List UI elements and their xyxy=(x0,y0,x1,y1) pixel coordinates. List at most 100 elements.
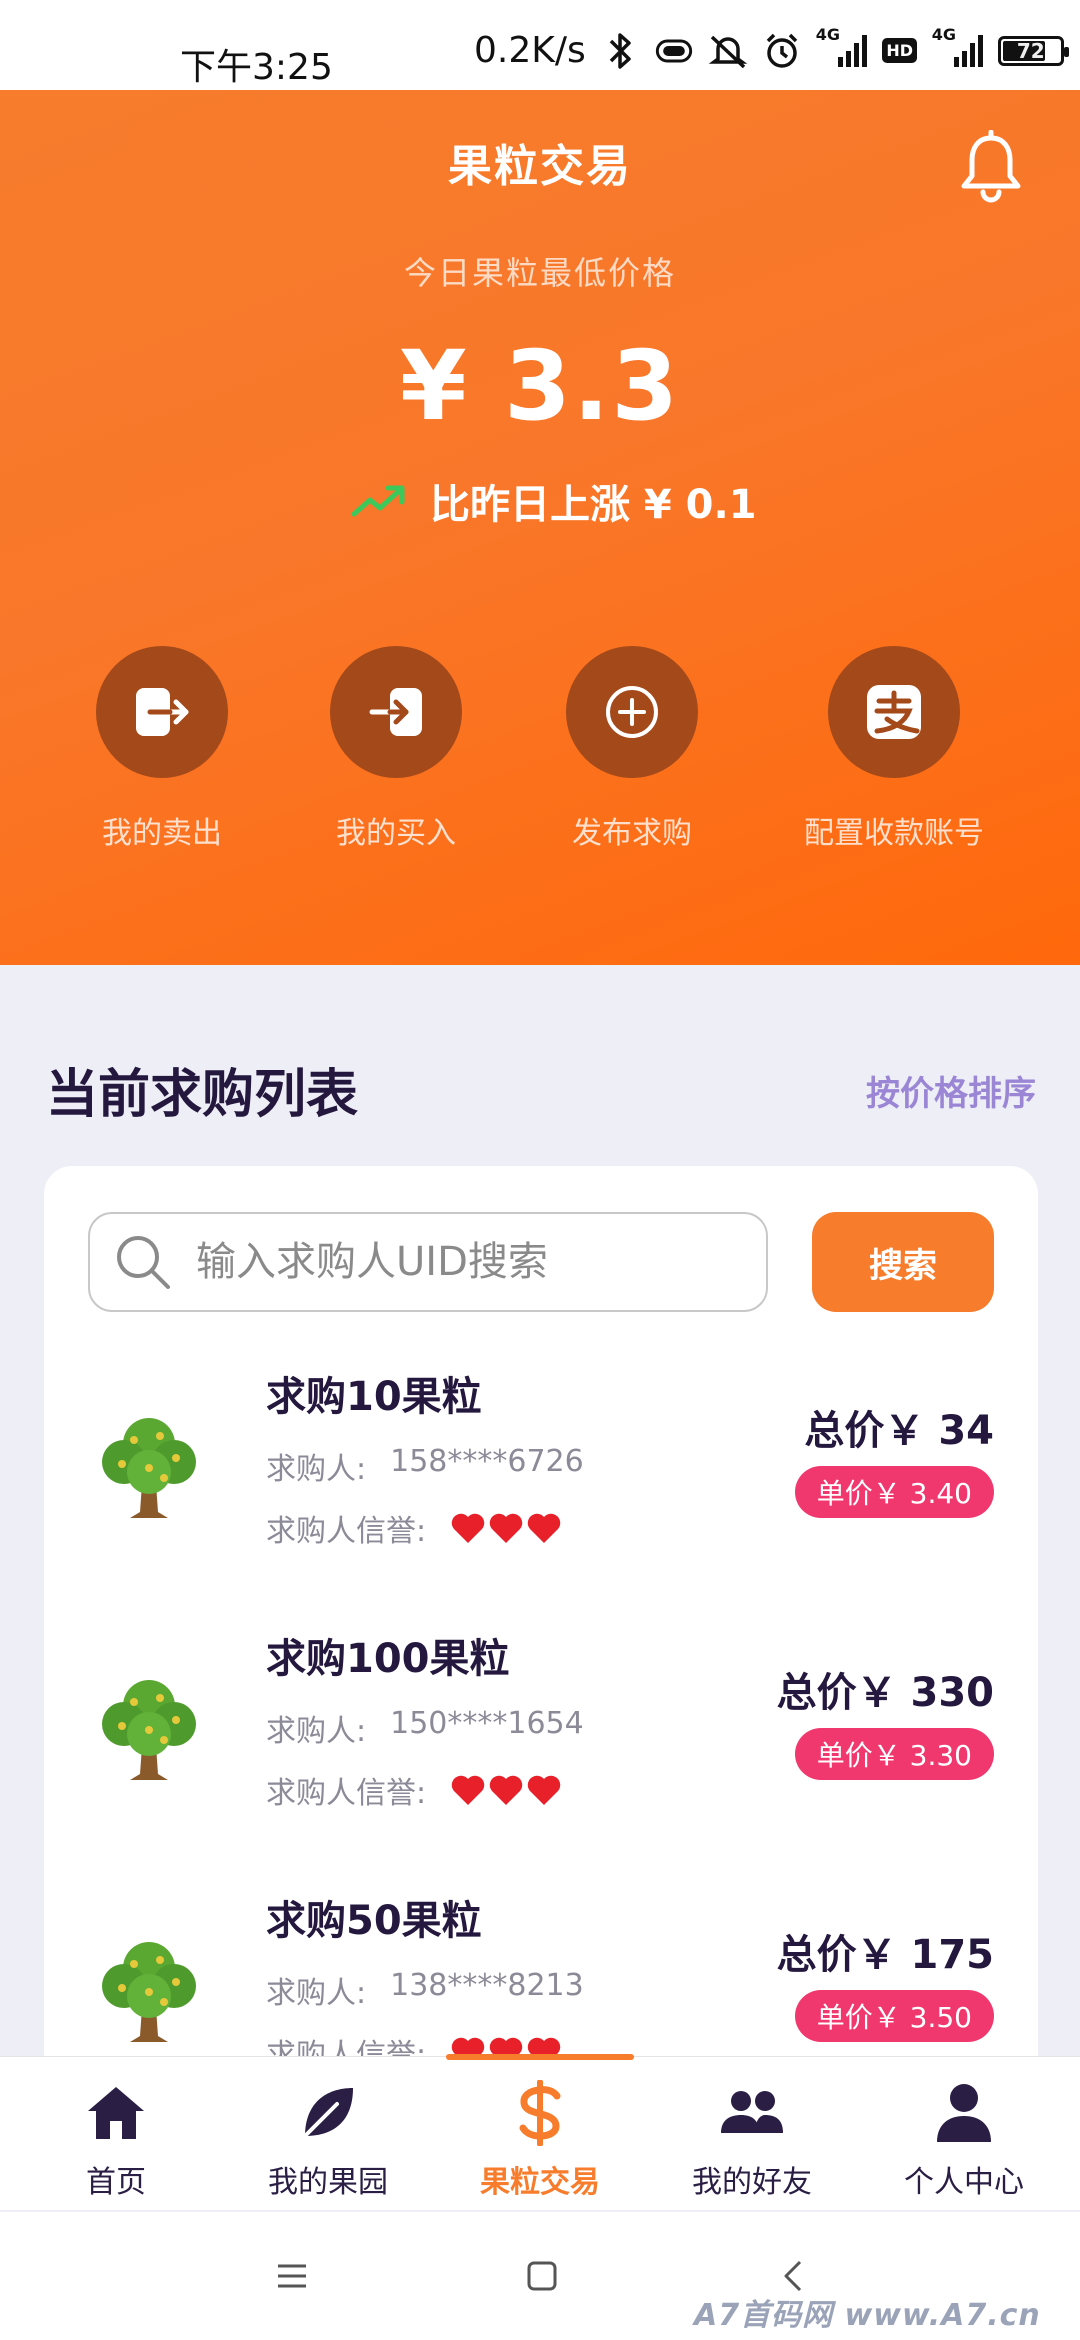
battery-icon: 72 xyxy=(997,35,1069,66)
price-trend: 比昨日上涨 ¥ 0.1 xyxy=(350,472,757,530)
buyer-id: 158****6726 xyxy=(390,1444,584,1479)
heart-icon xyxy=(489,1513,523,1543)
nav-item-profile[interactable]: 个人中心 xyxy=(856,2079,1072,2201)
sell-out-icon xyxy=(96,646,228,778)
search-icon xyxy=(112,1231,174,1293)
action-my-sales[interactable]: 我的卖出 xyxy=(42,646,282,852)
credit-label: 求购人信誉: xyxy=(266,1776,427,1811)
action-payment-account[interactable]: 配置收款账号 xyxy=(774,646,1014,852)
action-label: 配置收款账号 xyxy=(804,816,984,851)
network-type-1: 4G xyxy=(815,24,841,44)
action-label: 发布求购 xyxy=(572,816,692,851)
nav-label: 果粒交易 xyxy=(480,2165,600,2200)
buyer-id: 150****1654 xyxy=(390,1706,584,1741)
action-post-request[interactable]: 发布求购 xyxy=(512,646,752,852)
mute-icon xyxy=(708,31,748,71)
status-time: 下午3:25 xyxy=(180,47,333,88)
status-icons: 0.2K/s 4G HD 4G 72 xyxy=(474,25,1069,71)
friends-icon xyxy=(718,2079,786,2147)
add-circle-icon xyxy=(566,646,698,778)
active-tab-indicator xyxy=(446,2054,634,2060)
nav-label: 个人中心 xyxy=(904,2165,1024,2200)
vibrate-icon xyxy=(654,31,694,71)
quick-actions: 我的卖出 我的买入 发布求购 配置收款账号 xyxy=(0,646,1080,866)
battery-level: 72 xyxy=(1016,38,1045,63)
nav-item-home[interactable]: 首页 xyxy=(8,2079,224,2201)
unit-price-badge: 单价￥ 3.50 xyxy=(794,1990,994,2042)
sort-by-price-link[interactable]: 按价格排序 xyxy=(866,1066,1036,1115)
buyer-label: 求购人: xyxy=(266,1714,367,1749)
credit-hearts xyxy=(450,1773,562,1807)
header: 果粒交易 今日果粒最低价格 ¥ 3.3 比昨日上涨 ¥ 0.1 我的卖出 我的买… xyxy=(0,90,1080,965)
hd-icon: HD xyxy=(882,31,918,71)
buyer-info: 求购人: 138****8213 xyxy=(266,1968,584,2012)
alarm-icon xyxy=(762,31,802,71)
credit-hearts xyxy=(450,1511,562,1545)
search-button[interactable]: 搜索 xyxy=(812,1212,994,1312)
network-speed: 0.2K/s xyxy=(474,30,586,71)
home-button-icon[interactable] xyxy=(522,2256,562,2296)
menu-icon[interactable] xyxy=(272,2256,312,2296)
trend-up-icon xyxy=(350,482,408,520)
watermark: A7首码网 www.A7.cn xyxy=(694,2298,1041,2333)
section-title: 当前求购列表 xyxy=(46,1065,359,1125)
trend-text: 比昨日上涨 ¥ 0.1 xyxy=(430,482,757,528)
lowest-price: ¥ 3.3 xyxy=(399,330,681,442)
total-price: 总价￥ 34 xyxy=(804,1408,994,1454)
signal-1-icon: 4G xyxy=(816,25,868,71)
nav-label: 我的果园 xyxy=(268,2165,388,2200)
buyer-info: 求购人: 150****1654 xyxy=(266,1706,584,1750)
listing-title: 求购50果粒 xyxy=(266,1898,482,1944)
buyer-credit: 求购人信誉: xyxy=(266,1506,562,1550)
nav-label: 我的好友 xyxy=(692,2165,812,2200)
home-icon xyxy=(82,2079,150,2147)
tree-icon xyxy=(94,1930,204,2050)
buyer-info: 求购人: 158****6726 xyxy=(266,1444,584,1488)
list-item[interactable]: 求购100果粒 求购人: 150****1654 求购人信誉: 总价￥ 330 … xyxy=(44,1604,1038,1866)
heart-icon xyxy=(527,1775,561,1805)
nav-item-orchard[interactable]: 我的果园 xyxy=(220,2079,436,2201)
status-bar: 下午3:25 0.2K/s 4G HD 4G 72 xyxy=(0,0,1080,90)
total-price: 总价￥ 175 xyxy=(776,1932,994,1978)
buyer-label: 求购人: xyxy=(266,1452,367,1487)
network-type-2: 4G xyxy=(931,24,957,44)
unit-price-badge: 单价￥ 3.40 xyxy=(794,1466,994,1518)
bell-icon[interactable] xyxy=(958,129,1024,204)
action-label: 我的卖出 xyxy=(102,816,222,851)
search-box xyxy=(88,1212,768,1312)
alipay-icon xyxy=(828,646,960,778)
bottom-nav: 首页 我的果园 果粒交易 我的好友 个人中心 xyxy=(0,2054,1080,2210)
user-icon xyxy=(930,2079,998,2147)
listing-title: 求购100果粒 xyxy=(266,1636,510,1682)
heart-icon xyxy=(527,1513,561,1543)
buyer-credit: 求购人信誉: xyxy=(266,1768,562,1812)
list-item[interactable]: 求购50果粒 求购人: 138****8213 求购人信誉: 总价￥ 175 单… xyxy=(44,1866,1038,2066)
nav-item-trade[interactable]: 果粒交易 xyxy=(432,2079,648,2201)
unit-price-badge: 单价￥ 3.30 xyxy=(794,1728,994,1780)
leaf-icon xyxy=(294,2079,362,2147)
heart-icon xyxy=(451,1775,485,1805)
listing-title: 求购10果粒 xyxy=(266,1374,482,1420)
heart-icon xyxy=(489,1775,523,1805)
action-my-purchases[interactable]: 我的买入 xyxy=(276,646,516,852)
dollar-icon xyxy=(506,2079,574,2147)
price-subtitle: 今日果粒最低价格 xyxy=(403,254,676,292)
list-item[interactable]: 求购10果粒 求购人: 158****6726 求购人信誉: 总价￥ 34 单价… xyxy=(44,1342,1038,1604)
bluetooth-icon xyxy=(600,31,640,71)
action-label: 我的买入 xyxy=(336,816,456,851)
buy-in-icon xyxy=(330,646,462,778)
system-nav-bar: A7首码网 www.A7.cn xyxy=(0,2212,1080,2340)
credit-label: 求购人信誉: xyxy=(266,1514,427,1549)
hd-label: HD xyxy=(882,38,918,63)
heart-icon xyxy=(451,1513,485,1543)
total-price: 总价￥ 330 xyxy=(776,1670,994,1716)
nav-item-friends[interactable]: 我的好友 xyxy=(644,2079,860,2201)
page-title: 果粒交易 xyxy=(448,141,632,192)
request-list-card: 搜索 求购10果粒 求购人: 158****6726 xyxy=(44,1166,1038,2066)
buyer-label: 求购人: xyxy=(266,1976,367,2011)
tree-icon xyxy=(94,1668,204,1788)
signal-2-icon: 4G xyxy=(932,25,984,71)
buyer-id: 138****8213 xyxy=(390,1968,584,2003)
tree-icon xyxy=(94,1406,204,1526)
search-input[interactable] xyxy=(196,1239,736,1285)
